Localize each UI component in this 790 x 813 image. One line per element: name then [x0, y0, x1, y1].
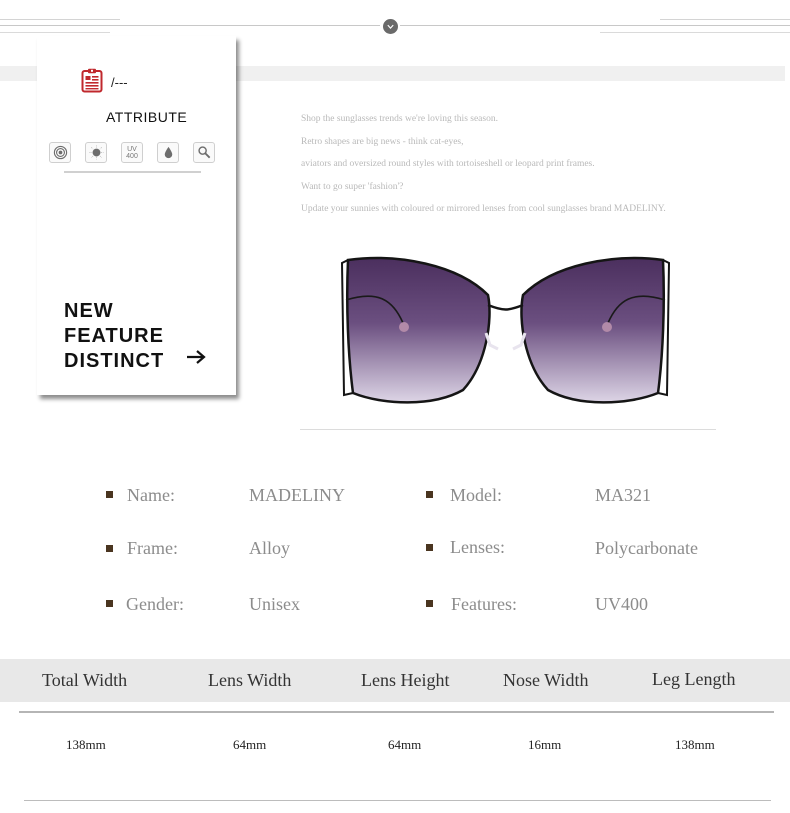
divider — [0, 25, 380, 26]
dimension-value: 64mm — [233, 737, 267, 752]
spec-label-lenses: Lenses: — [450, 537, 505, 557]
card-title: ATTRIBUTE — [106, 109, 188, 125]
spec-label-features: Features: — [451, 594, 517, 614]
spec-label-frame: Frame: — [127, 538, 178, 558]
chevron-down-icon — [387, 24, 394, 29]
dimension-header: Nose Width — [503, 670, 589, 690]
feature-line: NEW — [64, 300, 114, 322]
bridge — [487, 303, 524, 311]
dimension-header: Lens Height — [361, 670, 450, 690]
feature-heading: NEW FEATURE DISTINCT — [64, 299, 164, 374]
dimension-value: 16mm — [528, 737, 562, 752]
divider — [0, 19, 120, 20]
spec-value-features: UV400 — [595, 594, 648, 614]
description-line: Want to go super 'fashion'? — [301, 181, 404, 192]
uv400-icon: UV 400 — [121, 142, 143, 163]
spec-label-gender: Gender: — [126, 594, 184, 614]
arrow-right-icon[interactable] — [185, 349, 207, 365]
scroll-down-button[interactable] — [383, 19, 398, 34]
right-pearl — [602, 322, 612, 332]
description-line: aviators and oversized round styles with… — [301, 159, 595, 170]
clipboard-icon — [81, 68, 103, 93]
product-description: Shop the sunglasses trends we're loving … — [301, 113, 731, 226]
card-header: /--- — [81, 68, 128, 93]
bullet-icon — [426, 544, 433, 551]
dimension-header: Leg Length — [652, 669, 736, 689]
magnifier-icon — [193, 142, 215, 163]
spec-value-frame: Alloy — [249, 538, 291, 558]
spec-label-model: Model: — [450, 485, 502, 505]
table-divider — [19, 711, 774, 713]
description-line: Shop the sunglasses trends we're loving … — [301, 114, 498, 124]
spec-value-name: MADELINY — [249, 485, 345, 505]
bullet-icon — [106, 545, 113, 552]
description-line: Retro shapes are big news - think cat-ey… — [301, 136, 464, 147]
attribute-icons: UV 400 — [49, 142, 215, 163]
attribute-card: /--- ATTRIBUTE UV 400 NEW FEATURE DISTIN… — [37, 36, 236, 395]
uv-value: 400 — [126, 152, 138, 160]
left-pearl — [399, 322, 409, 332]
left-nose-pad — [484, 332, 499, 351]
spec-value-model: MA321 — [595, 485, 652, 505]
divider — [660, 19, 790, 20]
spec-value-lenses: Polycarbonate — [595, 538, 698, 558]
sunglasses-image — [340, 256, 671, 404]
bullet-icon — [106, 600, 113, 607]
description-line: Update your sunnies with coloured or mir… — [301, 204, 666, 215]
uv-label: UV — [127, 145, 137, 153]
card-divider — [64, 171, 201, 173]
dimension-value: 138mm — [675, 737, 715, 752]
sun-icon — [85, 142, 107, 163]
left-lens — [345, 256, 491, 404]
divider — [600, 32, 790, 33]
feature-line: FEATURE — [64, 325, 164, 347]
water-drop-icon — [157, 142, 179, 163]
divider — [400, 25, 790, 26]
dimension-header: Lens Width — [208, 670, 292, 690]
feature-line: DISTINCT — [64, 350, 165, 372]
divider — [0, 32, 110, 33]
bullet-icon — [426, 600, 433, 607]
spec-value-gender: Unisex — [249, 594, 300, 614]
right-nose-pad — [512, 332, 527, 351]
dimension-value: 64mm — [388, 737, 422, 752]
bullet-icon — [426, 491, 433, 498]
polarized-target-icon — [49, 142, 71, 163]
card-header-text: /--- — [111, 75, 128, 90]
dimension-value: 138mm — [66, 737, 106, 752]
product-divider — [300, 429, 716, 430]
spec-label-name: Name: — [127, 485, 175, 505]
dimension-header: Total Width — [42, 670, 128, 690]
table-divider — [24, 800, 771, 801]
top-decoration — [0, 0, 790, 40]
right-lens — [520, 256, 666, 404]
bullet-icon — [106, 491, 113, 498]
